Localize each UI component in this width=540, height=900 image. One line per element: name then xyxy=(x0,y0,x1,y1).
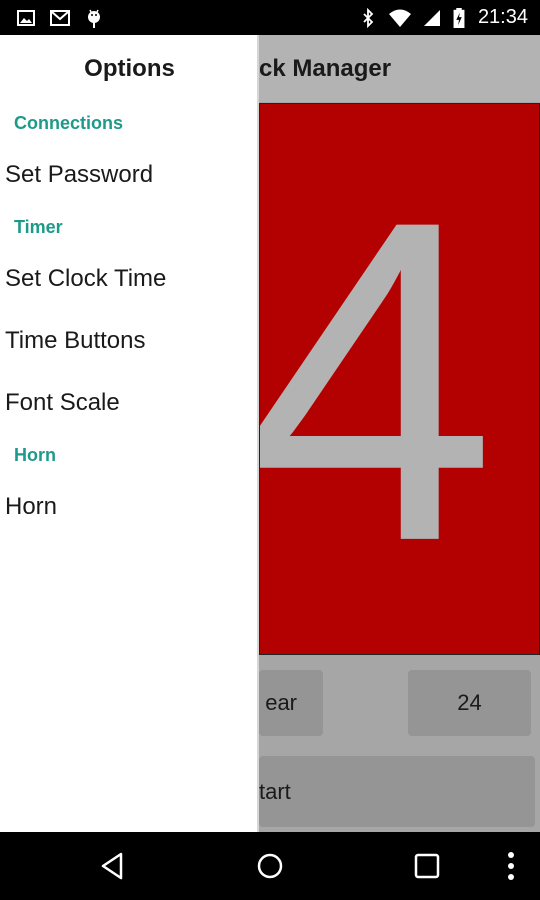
bluetooth-icon xyxy=(363,7,374,28)
section-header-timer: Timer xyxy=(14,217,63,237)
section-header-connections: Connections xyxy=(14,113,124,133)
home-icon[interactable] xyxy=(254,850,286,882)
system-nav-bar xyxy=(0,832,540,900)
menu-item-horn[interactable]: Horn xyxy=(5,493,57,521)
menu-item-time-buttons[interactable]: Time Buttons xyxy=(5,327,146,355)
status-clock: 21:34 xyxy=(477,6,528,28)
wifi-icon xyxy=(388,9,411,27)
shot-clock-24-label: 24 xyxy=(457,690,482,715)
clear-button[interactable]: ear xyxy=(259,670,323,736)
clock-digit-text: 4 xyxy=(260,126,496,636)
shot-clock-24-button[interactable]: 24 xyxy=(408,670,531,736)
menu-item-font-scale[interactable]: Font Scale xyxy=(5,389,120,417)
start-button[interactable]: tart xyxy=(259,756,535,827)
section-header-horn: Horn xyxy=(14,445,56,465)
overflow-menu-icon[interactable] xyxy=(496,850,526,882)
recents-icon[interactable] xyxy=(411,850,443,882)
options-drawer: Options Connections Set Password Timer S… xyxy=(0,35,259,832)
cell-signal-icon xyxy=(423,9,440,26)
clear-button-label: ear xyxy=(265,690,297,715)
app-title: ck Manager xyxy=(259,55,392,82)
back-icon[interactable] xyxy=(97,850,129,882)
battery-charging-icon xyxy=(453,7,465,28)
drawer-title: Options xyxy=(84,55,175,82)
image-icon xyxy=(17,10,35,26)
status-bar: 21:34 xyxy=(0,0,540,35)
start-button-label: tart xyxy=(259,778,291,804)
gmail-icon xyxy=(50,10,70,26)
clock-digit: 4 xyxy=(260,126,496,636)
menu-item-set-clock-time[interactable]: Set Clock Time xyxy=(5,265,166,293)
menu-item-set-password[interactable]: Set Password xyxy=(5,161,153,189)
android-debug-icon xyxy=(88,9,100,28)
clock-display[interactable]: 4 xyxy=(259,103,540,655)
